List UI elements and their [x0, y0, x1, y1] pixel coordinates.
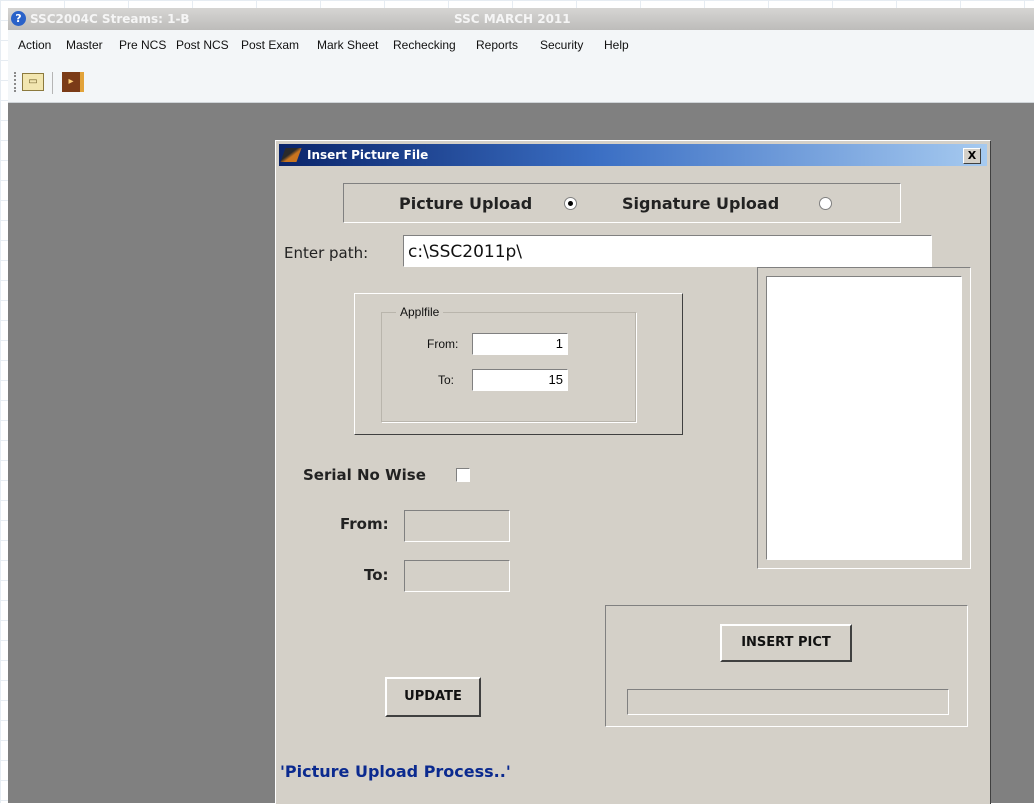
applfile-from-label: From:: [427, 337, 459, 351]
signature-upload-label[interactable]: Signature Upload: [622, 194, 779, 213]
picture-preview-frame: [757, 267, 971, 569]
serial-to-input: [404, 560, 510, 592]
applfile-legend: Applfile: [396, 305, 444, 319]
app-question-icon: ?: [11, 11, 26, 26]
menu-post-exam[interactable]: Post Exam: [241, 38, 299, 52]
path-label: Enter path:: [284, 244, 369, 262]
upload-type-group: Picture Upload Signature Upload: [343, 183, 901, 223]
picture-preview: [766, 276, 962, 560]
menu-mark-sheet[interactable]: Mark Sheet: [317, 38, 378, 52]
dialog-title: Insert Picture File: [307, 148, 429, 162]
menu-pre-ncs[interactable]: Pre NCS: [119, 38, 166, 52]
serial-no-wise-checkbox[interactable]: [456, 468, 470, 482]
applfile-to-label: To:: [438, 373, 455, 387]
serial-from-label: From:: [340, 515, 389, 533]
menu-rechecking[interactable]: Rechecking: [393, 38, 456, 52]
exit-door-icon[interactable]: ▸: [62, 72, 84, 92]
insert-panel: INSERT PICT: [605, 605, 968, 727]
insert-progress-bar: [627, 689, 949, 715]
applfile-from-input[interactable]: 1: [472, 333, 568, 355]
applfile-panel: Applfile From: 1 To: 15: [354, 293, 683, 435]
menu-reports[interactable]: Reports: [476, 38, 518, 52]
close-button[interactable]: X: [963, 148, 981, 164]
menu-post-ncs[interactable]: Post NCS: [176, 38, 229, 52]
menu-bar: Action Master Pre NCS Post NCS Post Exam…: [8, 30, 1034, 63]
app-title-bar: ? SSC2004C Streams: 1-B SSC MARCH 2011: [8, 8, 1034, 30]
applfile-to-input[interactable]: 15: [472, 369, 568, 391]
path-input[interactable]: c:\SSC2011p\: [403, 235, 932, 267]
app-title-center: SSC MARCH 2011: [454, 12, 571, 26]
serial-from-input: [404, 510, 510, 542]
applfile-group: Applfile From: 1 To: 15: [381, 305, 636, 422]
toolbar: ▭ ▸: [8, 62, 1034, 103]
menu-security[interactable]: Security: [540, 38, 583, 52]
open-folder-icon[interactable]: ▭: [22, 73, 44, 91]
toolbar-separator: [52, 72, 53, 94]
serial-to-label: To:: [364, 566, 389, 584]
dialog-title-bar: Insert Picture File X: [279, 144, 987, 166]
insert-picture-dialog: Insert Picture File X Picture Upload Sig…: [275, 140, 991, 804]
menu-action[interactable]: Action: [18, 38, 51, 52]
serial-no-wise-label: Serial No Wise: [303, 466, 426, 484]
signature-upload-radio[interactable]: [819, 197, 832, 210]
picture-upload-radio[interactable]: [564, 197, 577, 210]
update-button[interactable]: UPDATE: [385, 677, 481, 717]
menu-help[interactable]: Help: [604, 38, 629, 52]
picture-upload-label[interactable]: Picture Upload: [399, 194, 532, 213]
toolbar-grip: [14, 72, 18, 92]
app-title-left: SSC2004C Streams: 1-B: [30, 12, 190, 26]
dialog-brush-icon: [280, 148, 302, 162]
status-text: 'Picture Upload Process..': [280, 762, 511, 781]
menu-master[interactable]: Master: [66, 38, 103, 52]
insert-pict-button[interactable]: INSERT PICT: [720, 624, 852, 662]
